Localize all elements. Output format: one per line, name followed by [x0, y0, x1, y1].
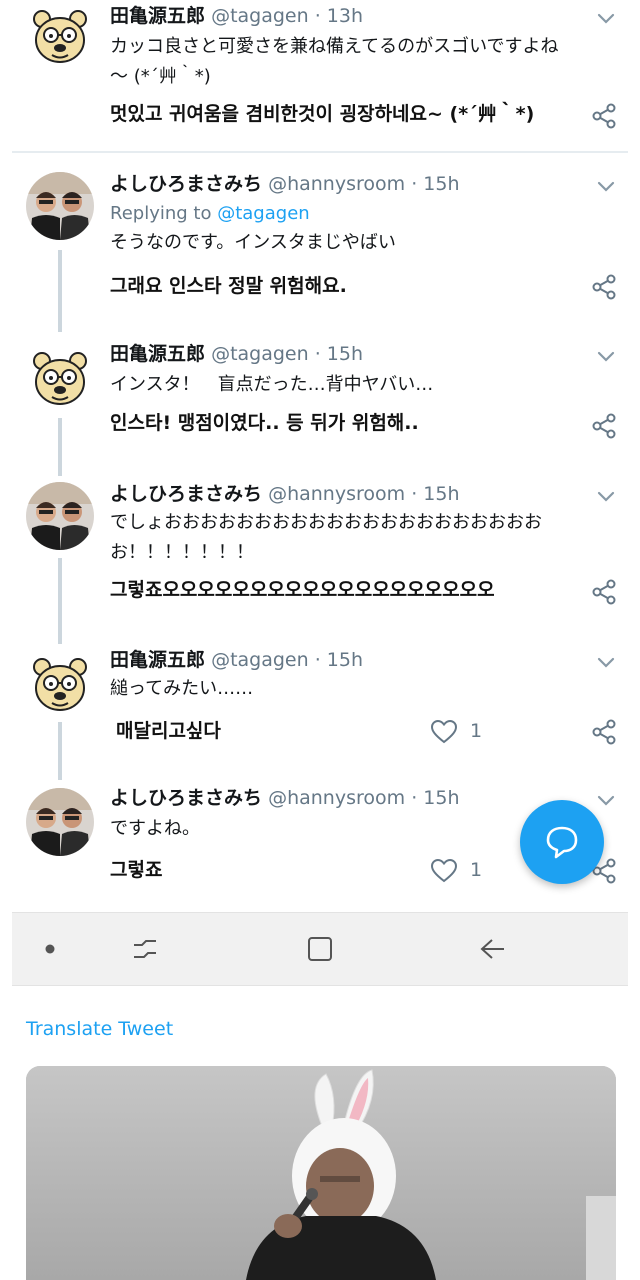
system-nav-bar: [12, 912, 628, 986]
translate-tweet-link[interactable]: Translate Tweet: [26, 1018, 173, 1040]
compose-reply-button[interactable]: [520, 800, 604, 884]
translation-text: 그렇죠오오오오오오오오오오오오오오오오오오오: [110, 579, 495, 601]
separator-dot: ·: [314, 5, 321, 27]
author-handle[interactable]: @hannysroom: [268, 787, 405, 809]
author-name[interactable]: 田亀源五郎: [110, 343, 205, 365]
replying-to-label: Replying to: [110, 203, 212, 224]
timestamp[interactable]: 15h: [423, 787, 459, 809]
tweet-media-photo[interactable]: [26, 1066, 616, 1280]
tweet-header: よしひろまさみち @hannysroom · 15h: [110, 786, 460, 810]
author-handle[interactable]: @tagagen: [211, 5, 309, 27]
share-icon[interactable]: [590, 412, 618, 440]
author-name[interactable]: よしひろまさみち: [110, 787, 262, 809]
photo-avatar[interactable]: [26, 172, 94, 240]
chevron-down-icon[interactable]: [594, 344, 618, 368]
heart-icon[interactable]: [430, 857, 458, 885]
separator-dot: ·: [411, 173, 418, 195]
original-text: カッコ良さと可愛さを兼ね備えてるのがスゴいですよね ～ (*´艸｀*): [110, 32, 600, 92]
photo-avatar[interactable]: [26, 482, 94, 550]
text-line: でしょおおおおおおおおおおおおおおおおおおおおお: [110, 512, 542, 533]
original-text: 縋ってみたい……: [110, 674, 600, 704]
author-handle[interactable]: @tagagen: [211, 343, 309, 365]
separator-dot: ·: [314, 649, 321, 671]
author-name[interactable]: よしひろまさみち: [110, 483, 262, 505]
replying-to-handle[interactable]: @tagagen: [217, 203, 309, 224]
tweet-header: よしひろまさみち @hannysroom · 15h: [110, 172, 460, 196]
translation-text: 멋있고 귀여움을 겸비한것이 굉장하네요~ (*´艸｀*): [110, 103, 535, 125]
tweet-header: よしひろまさみち @hannysroom · 15h: [110, 482, 460, 506]
text-line: そうなのです。インスタまじやばい: [110, 232, 396, 253]
share-icon[interactable]: [590, 718, 618, 746]
translation-text: 그렇죠: [110, 859, 163, 881]
author-handle[interactable]: @hannysroom: [268, 483, 405, 505]
replying-to: Replying to @tagagen: [110, 202, 310, 226]
photo-avatar[interactable]: [26, 788, 94, 856]
media-image: [26, 1066, 616, 1280]
text-line: ～ (*´艸｀*): [110, 66, 211, 87]
home-square-icon[interactable]: [306, 935, 334, 963]
original-text: インスタ！ 盲点だった…背中ヤバい…: [110, 370, 600, 400]
author-handle[interactable]: @tagagen: [211, 649, 309, 671]
bear-avatar[interactable]: [26, 650, 94, 718]
translation-text: 그래요 인스타 정말 위험해요.: [110, 275, 347, 297]
recent-apps-icon[interactable]: [130, 935, 160, 963]
compose-reply-icon: [546, 826, 578, 859]
author-name[interactable]: 田亀源五郎: [110, 649, 205, 671]
chevron-down-icon[interactable]: [594, 484, 618, 508]
chevron-down-icon[interactable]: [594, 6, 618, 30]
tweet-3[interactable]: 田亀源五郎 @tagagen · 15h インスタ！ 盲点だった…背中ヤバい… …: [0, 338, 640, 468]
tweet-4[interactable]: よしひろまさみち @hannysroom · 15h でしょおおおおおおおおおお…: [0, 478, 640, 638]
share-icon[interactable]: [590, 578, 618, 606]
nav-dot-icon[interactable]: [44, 943, 56, 955]
tweet-divider: [12, 151, 628, 153]
separator-dot: ·: [411, 787, 418, 809]
share-icon[interactable]: [590, 102, 618, 130]
like-count: 1: [470, 859, 483, 881]
like-count: 1: [470, 720, 483, 742]
separator-dot: ·: [314, 343, 321, 365]
text-line: インスタ！ 盲点だった…背中ヤバい…: [110, 374, 434, 395]
share-icon[interactable]: [590, 273, 618, 301]
text-line: お！！！！！！！: [110, 542, 254, 563]
text-line: カッコ良さと可愛さを兼ね備えてるのがスゴいですよね: [110, 36, 559, 57]
chevron-down-icon[interactable]: [594, 650, 618, 674]
timestamp[interactable]: 15h: [423, 483, 459, 505]
translation-text: 인스타! 맹점이였다.. 등 뒤가 위험해..: [110, 412, 419, 434]
original-text: そうなのです。インスタまじやばい: [110, 228, 600, 258]
author-handle[interactable]: @hannysroom: [268, 173, 405, 195]
bear-avatar[interactable]: [26, 344, 94, 412]
original-text: でしょおおおおおおおおおおおおおおおおおおおおお お！！！！！！！: [110, 508, 600, 568]
separator-dot: ·: [411, 483, 418, 505]
bear-avatar[interactable]: [26, 2, 94, 70]
chevron-down-icon[interactable]: [594, 174, 618, 198]
timestamp[interactable]: 15h: [327, 649, 363, 671]
tweet-1[interactable]: 田亀源五郎 @tagagen · 13h カッコ良さと可愛さを兼ね備えてるのがス…: [0, 0, 640, 150]
heart-icon[interactable]: [430, 718, 458, 746]
timestamp[interactable]: 13h: [327, 5, 363, 27]
tweet-header: 田亀源五郎 @tagagen · 13h: [110, 4, 363, 28]
tweet-header: 田亀源五郎 @tagagen · 15h: [110, 342, 363, 366]
timestamp[interactable]: 15h: [423, 173, 459, 195]
translation-text: 매달리고싶다: [116, 720, 221, 742]
timestamp[interactable]: 15h: [327, 343, 363, 365]
tweet-header: 田亀源五郎 @tagagen · 15h: [110, 648, 363, 672]
back-arrow-icon[interactable]: [478, 935, 506, 963]
tweet-2[interactable]: よしひろまさみち @hannysroom · 15h Replying to @…: [0, 168, 640, 328]
text-line: 縋ってみたい……: [110, 678, 254, 699]
tweet-5[interactable]: 田亀源五郎 @tagagen · 15h 縋ってみたい…… 매달리고싶다 1: [0, 646, 640, 776]
author-name[interactable]: 田亀源五郎: [110, 5, 205, 27]
author-name[interactable]: よしひろまさみち: [110, 173, 262, 195]
